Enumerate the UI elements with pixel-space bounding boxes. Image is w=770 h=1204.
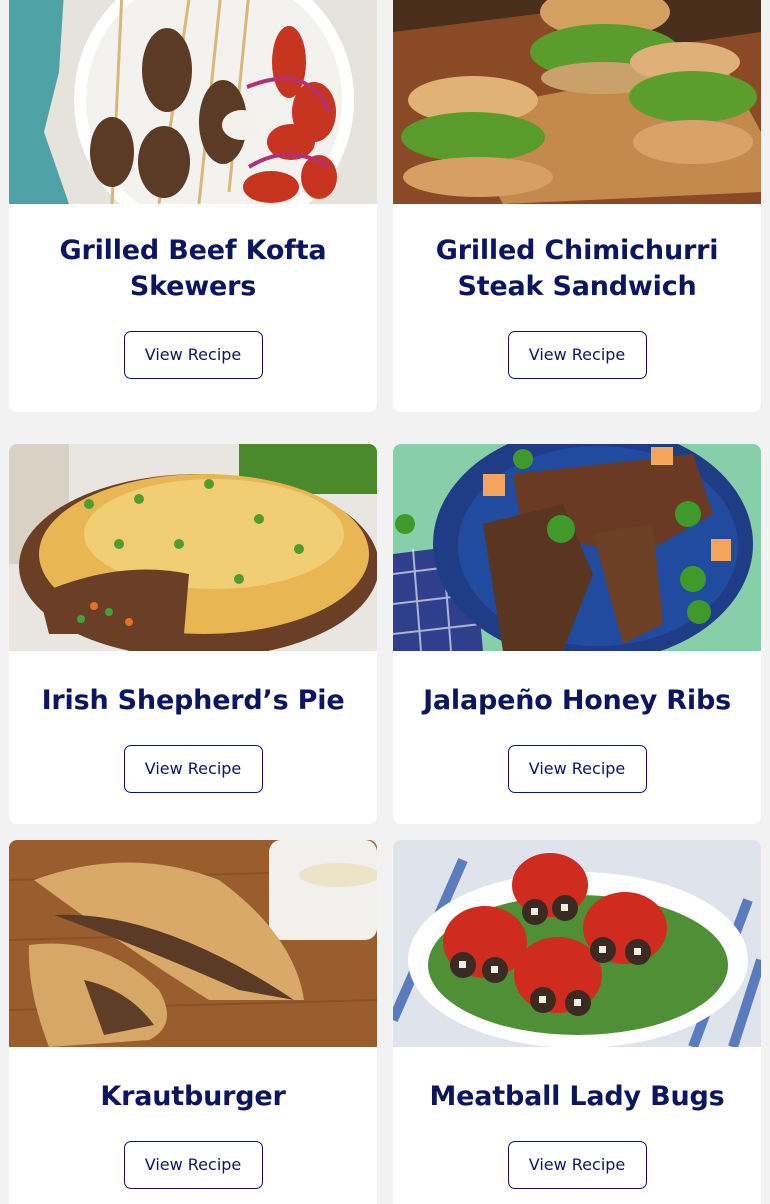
recipe-card-kofta[interactable]: Grilled Beef Kofta Skewers View Recipe [9, 0, 377, 412]
recipe-card-chimichurri[interactable]: Grilled Chimichurri Steak Sandwich View … [393, 0, 761, 412]
recipe-image[interactable] [393, 840, 761, 1047]
recipe-image[interactable] [393, 444, 761, 651]
recipe-card-meatball-lady-bugs[interactable]: Meatball Lady Bugs View Recipe [393, 840, 761, 1204]
recipe-card-krautburger[interactable]: Krautburger View Recipe [9, 840, 377, 1204]
recipe-title[interactable]: Grilled Beef Kofta Skewers [29, 233, 357, 305]
recipe-title[interactable]: Irish Shepherd’s Pie [29, 683, 357, 719]
recipe-title[interactable]: Grilled Chimichurri Steak Sandwich [413, 233, 741, 305]
recipe-title[interactable]: Jalapeño Honey Ribs [413, 683, 741, 719]
view-recipe-button[interactable]: View Recipe [507, 331, 647, 379]
recipe-image[interactable] [9, 840, 377, 1047]
view-recipe-button[interactable]: View Recipe [123, 1141, 263, 1189]
recipe-image[interactable] [9, 444, 377, 651]
view-recipe-button[interactable]: View Recipe [507, 1141, 647, 1189]
view-recipe-button[interactable]: View Recipe [123, 331, 263, 379]
recipe-title[interactable]: Krautburger [29, 1079, 357, 1115]
recipe-title[interactable]: Meatball Lady Bugs [413, 1079, 741, 1115]
recipe-card-jalapeno-ribs[interactable]: Jalapeño Honey Ribs View Recipe [393, 444, 761, 824]
recipe-card-shepherds-pie[interactable]: Irish Shepherd’s Pie View Recipe [9, 444, 377, 824]
view-recipe-button[interactable]: View Recipe [123, 745, 263, 793]
view-recipe-button[interactable]: View Recipe [507, 745, 647, 793]
recipe-image[interactable] [9, 0, 377, 204]
recipe-image[interactable] [393, 0, 761, 204]
